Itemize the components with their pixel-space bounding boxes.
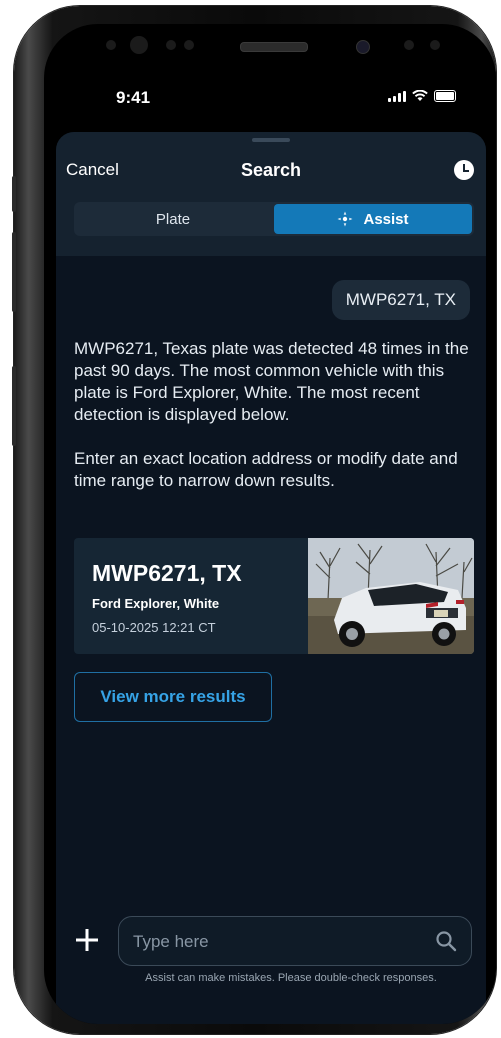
volume-up-button [12,232,16,312]
result-datetime: 05-10-2025 12:21 CT [92,620,216,635]
assistant-paragraph: MWP6271, Texas plate was detected 48 tim… [74,339,469,424]
battery-icon [434,90,456,102]
status-icons [388,90,456,102]
status-time: 9:41 [116,88,151,107]
wifi-icon [412,90,428,101]
mute-switch [12,176,16,212]
view-more-results-button[interactable]: View more results [74,672,272,722]
sensor-dot [106,40,116,50]
sensor-dot [404,40,414,50]
tab-plate-label: Plate [155,210,191,228]
sensor-dot [430,40,440,50]
page-title: Search [240,160,302,180]
sensor-bar [44,24,496,72]
sheet-grabber[interactable] [252,138,290,142]
front-camera [356,40,370,54]
vehicle-photo [308,538,474,654]
volume-down-button [12,366,16,446]
ai-disclaimer: Assist can make mistakes. Please double-… [145,972,437,984]
search-sheet: Cancel Search Plate Assist MWP6271, TX M… [56,132,486,1024]
sensor-dot [166,40,176,50]
plus-icon [76,929,98,951]
user-query-bubble: MWP6271, TX [331,280,470,320]
tab-plate[interactable]: Plate [74,202,272,236]
result-card[interactable]: MWP6271, TX Ford Explorer, White 05-10-2… [74,538,474,654]
phone-screen: 9:41 Cancel Search Plate Assist MWP6271,… [44,24,496,1024]
add-attachment-button[interactable] [76,928,98,952]
assistant-message: MWP6271, Texas plate was detected 48 tim… [74,338,474,514]
signal-icon [388,91,406,102]
message-composer [118,916,472,967]
tab-assist-label: Assist [363,210,409,228]
assistant-paragraph: Enter an exact location address or modif… [74,449,458,490]
result-plate: MWP6271, TX [92,560,242,586]
search-icon[interactable] [435,930,457,952]
tab-assist[interactable]: Assist [274,204,472,234]
clock-icon[interactable] [454,160,474,180]
earpiece-speaker [240,42,308,52]
phone-frame: 9:41 Cancel Search Plate Assist MWP6271,… [12,6,496,1034]
mode-segmented-control: Plate Assist [74,202,474,236]
message-input[interactable] [131,917,425,967]
sensor-dot [184,40,194,50]
sensor-dot [130,36,148,54]
sparkle-icon [337,211,353,227]
result-vehicle: Ford Explorer, White [92,596,220,611]
sheet-header: Cancel Search Plate Assist [56,132,486,256]
